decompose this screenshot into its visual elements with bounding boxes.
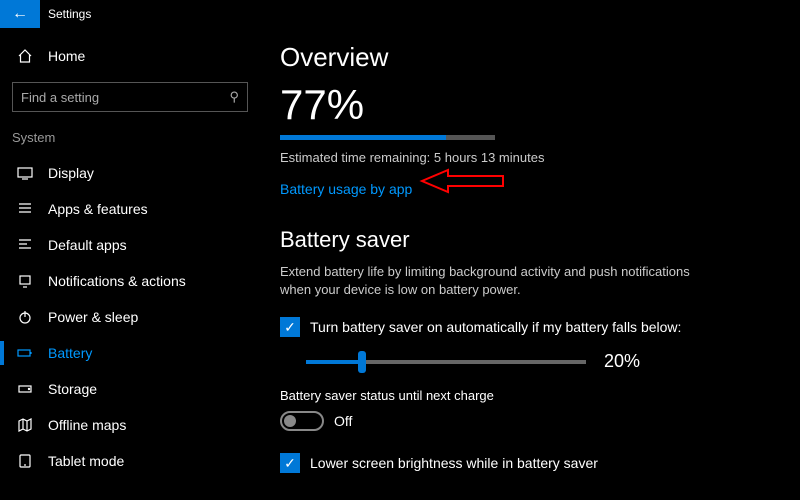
battery-percent: 77% xyxy=(280,81,780,129)
back-button[interactable]: ← xyxy=(0,0,40,28)
battery-bar-fill xyxy=(280,135,446,140)
sidebar-item-label: Apps & features xyxy=(48,201,148,217)
sidebar-item-label: Battery xyxy=(48,345,92,361)
map-icon xyxy=(14,417,36,433)
battery-bar xyxy=(280,135,495,140)
slider-thumb[interactable] xyxy=(358,351,366,373)
toggle-knob xyxy=(284,415,296,427)
sidebar-item-tablet[interactable]: Tablet mode xyxy=(0,443,260,479)
brightness-row: ✓ Lower screen brightness while in batte… xyxy=(280,453,780,473)
battery-usage-link[interactable]: Battery usage by app xyxy=(280,181,412,197)
sidebar-item-label: Power & sleep xyxy=(48,309,138,325)
battery-icon xyxy=(14,345,36,361)
display-icon xyxy=(14,165,36,181)
search-box[interactable]: ⚲ xyxy=(12,82,248,112)
notification-icon xyxy=(14,273,36,289)
sidebar-item-notifications[interactable]: Notifications & actions xyxy=(0,263,260,299)
saver-toggle-state: Off xyxy=(334,413,352,429)
saver-toggle-row: Off xyxy=(280,411,780,431)
threshold-slider[interactable] xyxy=(306,360,586,364)
sidebar-item-label: Tablet mode xyxy=(48,453,124,469)
window-title: Settings xyxy=(40,7,91,21)
search-icon: ⚲ xyxy=(229,89,239,105)
sidebar-item-maps[interactable]: Offline maps xyxy=(0,407,260,443)
saver-status-label: Battery saver status until next charge xyxy=(280,388,780,403)
sidebar-item-label: Notifications & actions xyxy=(48,273,186,289)
sidebar-item-apps[interactable]: Apps & features xyxy=(0,191,260,227)
sidebar: Home ⚲ System Display Apps & features De… xyxy=(0,28,260,500)
sidebar-item-label: Display xyxy=(48,165,94,181)
sidebar-category: System xyxy=(0,124,260,155)
tablet-icon xyxy=(14,453,36,469)
check-icon: ✓ xyxy=(284,455,296,472)
threshold-value: 20% xyxy=(604,351,640,372)
sidebar-item-power[interactable]: Power & sleep xyxy=(0,299,260,335)
saver-heading: Battery saver xyxy=(280,227,780,253)
defaults-icon xyxy=(14,237,36,253)
list-icon xyxy=(14,201,36,217)
auto-on-row: ✓ Turn battery saver on automatically if… xyxy=(280,317,780,337)
sidebar-item-default-apps[interactable]: Default apps xyxy=(0,227,260,263)
home-icon xyxy=(14,48,36,64)
content: Overview 77% Estimated time remaining: 5… xyxy=(260,28,800,500)
storage-icon xyxy=(14,381,36,397)
arrow-left-icon: ← xyxy=(12,5,28,23)
sidebar-item-storage[interactable]: Storage xyxy=(0,371,260,407)
titlebar: ← Settings xyxy=(0,0,800,28)
overview-heading: Overview xyxy=(280,42,780,73)
auto-on-checkbox[interactable]: ✓ xyxy=(280,317,300,337)
estimate-text: Estimated time remaining: 5 hours 13 min… xyxy=(280,150,780,165)
power-icon xyxy=(14,309,36,325)
sidebar-item-display[interactable]: Display xyxy=(0,155,260,191)
saver-toggle[interactable] xyxy=(280,411,324,431)
saver-desc: Extend battery life by limiting backgrou… xyxy=(280,263,700,299)
sidebar-home-label: Home xyxy=(48,48,85,64)
check-icon: ✓ xyxy=(284,319,296,336)
brightness-checkbox[interactable]: ✓ xyxy=(280,453,300,473)
sidebar-item-label: Storage xyxy=(48,381,97,397)
sidebar-home[interactable]: Home xyxy=(0,38,260,74)
search-input[interactable] xyxy=(21,90,229,105)
sidebar-item-label: Default apps xyxy=(48,237,127,253)
auto-on-label: Turn battery saver on automatically if m… xyxy=(310,319,681,335)
sidebar-item-battery[interactable]: Battery xyxy=(0,335,260,371)
slider-fill xyxy=(306,360,362,364)
sidebar-item-label: Offline maps xyxy=(48,417,126,433)
threshold-slider-row: 20% xyxy=(306,351,780,372)
brightness-label: Lower screen brightness while in battery… xyxy=(310,455,598,471)
